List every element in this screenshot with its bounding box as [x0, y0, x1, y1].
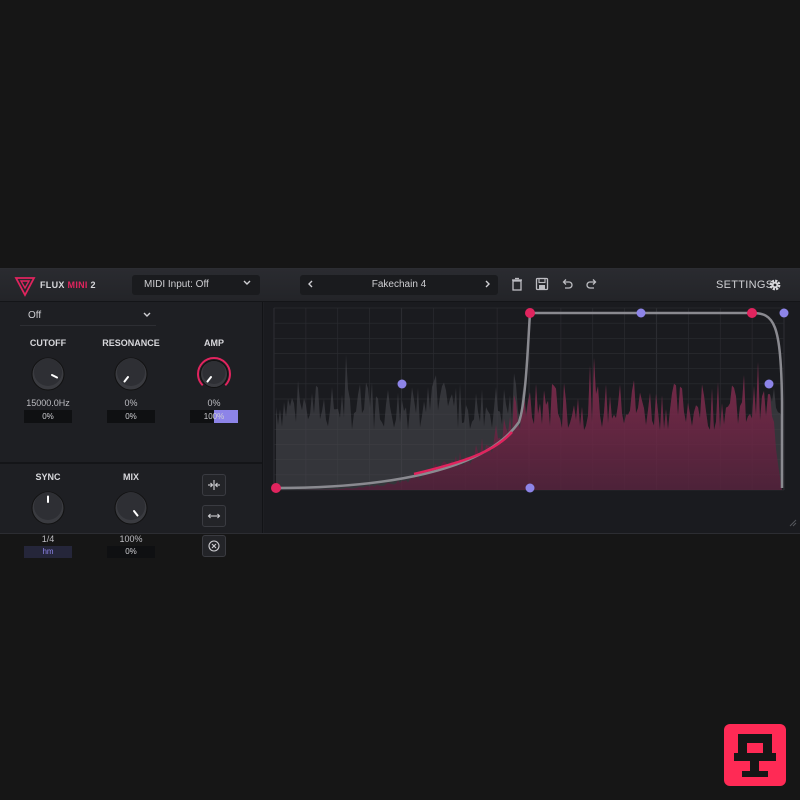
sync-knob[interactable]	[26, 486, 70, 530]
envelope-point[interactable]	[271, 483, 281, 493]
expand-button[interactable]	[202, 505, 226, 527]
compress-button[interactable]	[202, 474, 226, 496]
settings-button[interactable]: SETTINGS	[716, 279, 773, 291]
arrows-out-icon	[207, 513, 221, 519]
mix-label: MIX	[122, 472, 139, 482]
amp-value: 0%	[207, 398, 221, 408]
save-icon[interactable]	[535, 277, 549, 291]
clear-button[interactable]	[202, 535, 226, 557]
mode-dropdown[interactable]: Off	[20, 307, 156, 326]
watermark-logo	[724, 724, 786, 786]
cutoff-knob[interactable]	[26, 352, 70, 396]
mode-dropdown-label: Off	[28, 310, 42, 321]
delete-icon[interactable]	[510, 277, 524, 291]
amp-field[interactable]: 100%	[190, 410, 238, 423]
mix-knob[interactable]	[109, 486, 153, 530]
gear-icon[interactable]	[768, 278, 782, 292]
cutoff-label: CUTOFF	[29, 338, 67, 348]
amp-field-value: 100%	[203, 412, 225, 421]
envelope-point[interactable]	[747, 308, 757, 318]
flux-logo-icon	[14, 277, 36, 297]
undo-icon[interactable]	[560, 277, 574, 291]
curve-handle[interactable]	[764, 379, 774, 389]
amp-knob[interactable]	[192, 352, 236, 396]
sync-value: 1/4	[41, 534, 55, 544]
top-bar: FLUX MINI 2 MIDI Input: Off Fakechain 4	[0, 269, 800, 302]
curve-handle[interactable]	[779, 308, 789, 318]
midi-input-label: MIDI Input: Off	[144, 279, 209, 290]
mix-value: 100%	[119, 534, 143, 544]
arrows-in-icon	[208, 480, 220, 490]
next-preset-icon[interactable]	[482, 278, 492, 290]
redo-icon[interactable]	[585, 277, 599, 291]
cutoff-field[interactable]: 0%	[24, 410, 72, 423]
midi-input-dropdown[interactable]: MIDI Input: Off	[132, 275, 260, 295]
panel-divider	[0, 462, 262, 464]
curve-handle[interactable]	[636, 308, 646, 318]
chevron-down-icon	[143, 312, 151, 317]
resonance-knob[interactable]	[109, 352, 153, 396]
sync-label: SYNC	[35, 472, 61, 482]
chevron-down-icon	[243, 280, 251, 285]
cutoff-value: 15000.0Hz	[26, 398, 70, 408]
envelope-point[interactable]	[525, 308, 535, 318]
resonance-field[interactable]: 0%	[107, 410, 155, 423]
preset-name[interactable]: Fakechain 4	[300, 279, 498, 290]
curve-handle[interactable]	[525, 483, 535, 493]
sync-field[interactable]: hm	[24, 546, 72, 558]
amp-label: AMP	[204, 338, 224, 348]
curve-handle[interactable]	[397, 379, 407, 389]
resonance-label: RESONANCE	[102, 338, 160, 348]
envelope-graph[interactable]	[264, 302, 800, 533]
preset-selector: Fakechain 4	[300, 275, 498, 295]
envelope-editor[interactable]	[264, 302, 800, 533]
close-circle-icon	[208, 540, 220, 552]
resonance-value: 0%	[124, 398, 138, 408]
watermark-logo-icon	[734, 734, 776, 777]
flux-mini-plugin: FLUX MINI 2 MIDI Input: Off Fakechain 4	[0, 268, 800, 558]
control-panel: Off CUTOFF 15000.0Hz 0% RESONANCE 0% 0% …	[0, 302, 263, 558]
brand-name: FLUX MINI 2	[40, 280, 96, 290]
mix-field[interactable]: 0%	[107, 546, 155, 558]
